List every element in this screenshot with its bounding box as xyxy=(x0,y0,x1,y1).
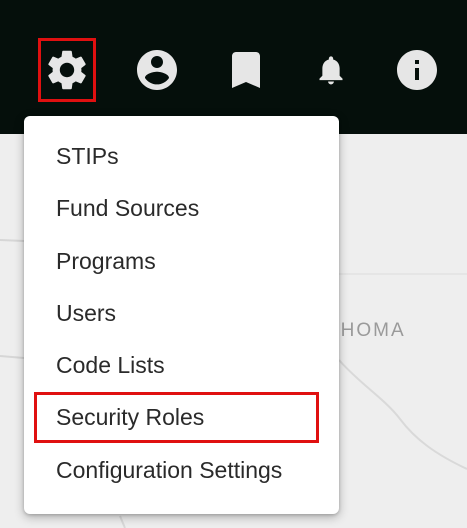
account-button[interactable] xyxy=(128,38,186,102)
bookmark-button[interactable] xyxy=(217,38,275,102)
settings-dropdown-menu: STIPs Fund Sources Programs Users Code L… xyxy=(24,116,339,514)
menu-item-programs[interactable]: Programs xyxy=(56,243,156,279)
bookmark-icon xyxy=(232,52,260,88)
menu-item-code-lists[interactable]: Code Lists xyxy=(56,347,165,383)
bell-icon xyxy=(319,56,343,85)
menu-item-fund-sources[interactable]: Fund Sources xyxy=(56,190,199,226)
info-icon xyxy=(397,50,437,90)
info-button[interactable] xyxy=(388,38,446,102)
top-toolbar xyxy=(0,0,467,134)
gear-icon xyxy=(48,50,86,90)
notifications-button[interactable] xyxy=(302,38,360,102)
menu-item-configuration-settings[interactable]: Configuration Settings xyxy=(56,452,282,488)
settings-button[interactable] xyxy=(38,38,96,102)
menu-item-stips[interactable]: STIPs xyxy=(56,138,119,174)
account-circle-icon xyxy=(137,50,177,90)
menu-item-security-roles[interactable]: Security Roles xyxy=(33,392,320,443)
menu-item-users[interactable]: Users xyxy=(56,295,116,331)
